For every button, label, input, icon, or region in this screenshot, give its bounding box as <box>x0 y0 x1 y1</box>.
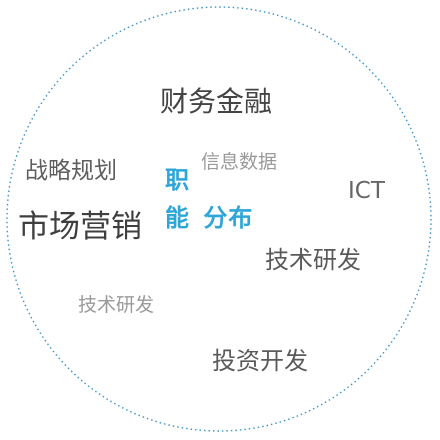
tag-strategy[interactable]: 战略规划 <box>25 160 117 183</box>
tag-tech-rd-primary[interactable]: 技术研发 <box>265 248 361 272</box>
tag-finance[interactable]: 财务金融 <box>160 88 272 116</box>
tag-marketing[interactable]: 市场营销 <box>18 212 142 243</box>
center-title-line1: 职 <box>165 166 189 194</box>
center-title-line2: 能 分布 <box>165 204 254 232</box>
tag-tech-rd-secondary[interactable]: 技术研发 <box>78 296 154 315</box>
tag-info-data[interactable]: 信息数据 <box>201 153 277 172</box>
tag-investment[interactable]: 投资开发 <box>212 349 308 373</box>
job-function-cloud: 财务金融 战略规划 信息数据 ICT 市场营销 职 能 分布 技术研发 技术研发… <box>0 0 440 440</box>
tag-ict[interactable]: ICT <box>348 180 385 203</box>
